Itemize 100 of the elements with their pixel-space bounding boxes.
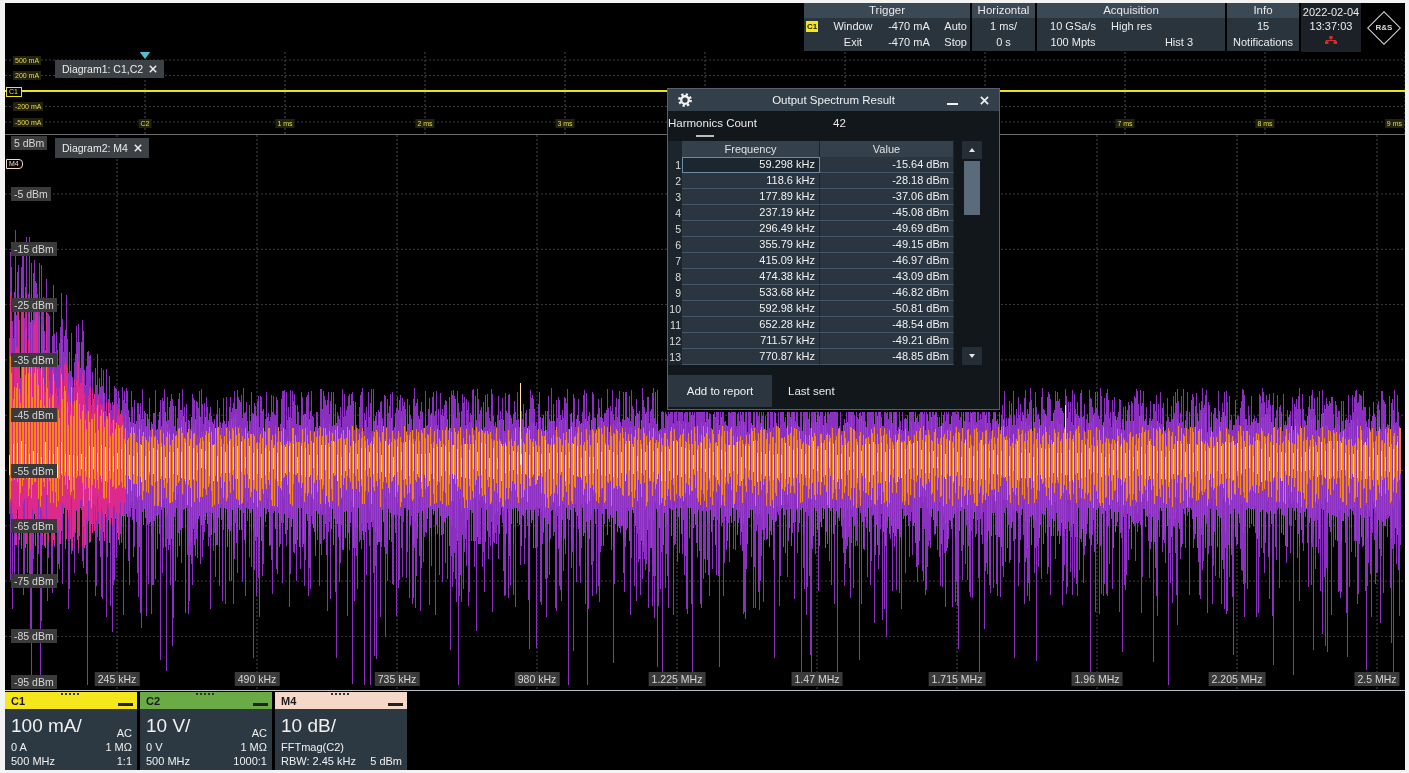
table-cell[interactable]: 177.89 kHz [682,189,820,205]
axis-label: 2.205 MHz [1208,672,1266,686]
row-number: 2 [674,174,682,189]
table-cell[interactable]: -50.81 dBm [820,301,954,317]
diagram-tab[interactable]: Diagram1: C1,C2 [55,60,165,78]
horizontal-panel[interactable]: Horizontal 1 ms/ 0 s [972,3,1035,51]
info-panel[interactable]: Info 15 Notifications [1227,3,1299,51]
notification-label: Notifications [1233,35,1293,50]
last-sent-label: Last sent [788,384,835,399]
row-number: 10 [668,302,682,317]
table-cell[interactable]: -49.15 dBm [820,237,954,253]
harmonics-label: Harmonics Count [668,117,758,129]
table-cell[interactable]: 711.57 kHz [682,333,820,349]
table-cell[interactable]: -46.97 dBm [820,253,954,269]
rbw-text: RBW: 2.45 kHz [281,754,357,768]
axis-label: -5 dBm [11,187,51,201]
table-cell[interactable]: -49.69 dBm [820,221,954,237]
scroll-down-button[interactable] [962,347,982,365]
trigger-state: Auto [943,19,968,34]
table-cell[interactable]: 592.98 kHz [682,301,820,317]
axis-label: -45 dBm [11,408,57,423]
table-cell[interactable]: -45.08 dBm [820,205,954,221]
table-cell[interactable]: -46.82 dBm [820,285,954,301]
axis-label: 1.715 MHz [928,672,986,686]
close-icon[interactable] [133,144,142,152]
table-cell[interactable]: 474.38 kHz [682,269,820,285]
tab-indicator [696,135,714,137]
table-cell[interactable]: -28.18 dBm [820,173,954,189]
history-count: Hist 3 [1163,35,1194,50]
notification-count: 15 [1256,19,1270,34]
axis-label: 1.96 MHz [1071,672,1123,686]
row-number: 8 [674,270,682,285]
row-number: 1 [674,158,682,173]
table-cell[interactable]: 355.79 kHz [682,237,820,253]
axis-label: -15 dBm [11,242,57,257]
trigger-mode: Window [832,19,874,34]
table-cell[interactable]: 415.09 kHz [682,253,820,269]
table-cell[interactable]: -48.85 dBm [820,349,954,365]
row-number: 3 [674,190,682,205]
axis-label: -95 dBm [11,675,57,689]
trigger-panel[interactable]: Trigger C1 Window -470 mA Auto Exit -470 mA Stop [804,3,970,51]
sample-rate: 10 GSa/s [1049,19,1097,34]
column-header[interactable]: Frequency [682,141,820,157]
row-number: 13 [668,350,682,365]
scroll-up-button[interactable] [962,141,982,159]
probe-ratio: 1:1 [115,754,132,768]
axis-label: 245 kHz [94,672,140,686]
channel-name: C1 [10,694,26,707]
harmonics-value: 42 [833,117,846,129]
channel-header[interactable]: C2 [140,692,272,709]
panel-header: Info [1227,3,1299,18]
trigger-mode: Exit [842,35,864,50]
row-number: 11 [669,318,682,333]
table-cell[interactable]: 533.68 kHz [682,285,820,301]
time-position: 0 s [996,35,1011,50]
diagram-tab[interactable]: Diagram2: M4 [55,138,149,158]
network-icon[interactable] [1325,36,1337,44]
settings-icon[interactable] [678,93,692,107]
table-cell[interactable]: -43.09 dBm [820,269,954,285]
axis-label: 980 kHz [514,672,560,686]
axis-label: 5 dBm [11,136,48,150]
panel-header: Horizontal [972,3,1035,18]
channel-header[interactable]: M4 [275,692,407,709]
table-cell[interactable]: 237.19 kHz [682,205,820,221]
table-cell[interactable]: -49.21 dBm [820,333,954,349]
table-cell[interactable]: 59.298 kHz [682,157,820,173]
table-cell[interactable]: 296.49 kHz [682,221,820,237]
close-icon[interactable] [149,65,158,73]
row-number: 7 [674,254,682,269]
axis-label: 490 kHz [234,672,280,686]
close-icon[interactable] [980,95,989,105]
bandwidth-text: 500 MHz [146,754,192,768]
panel-header: Acquisition [1037,3,1225,18]
axis-label: 1.225 MHz [648,672,706,686]
vertical-scale: 100 mA/ [11,714,83,738]
table-cell[interactable]: -48.54 dBm [820,317,954,333]
caret-down-icon [969,354,975,358]
date-text: 2022-02-04 [1302,5,1360,19]
column-header[interactable]: Value [820,141,954,157]
axis-label: 1.47 MHz [791,672,843,686]
bandwidth-text: 500 MHz [11,754,57,768]
table-cell[interactable]: 118.6 kHz [682,173,820,189]
scrollbar-thumb[interactable] [964,161,980,215]
table-cell[interactable]: 770.87 kHz [682,349,820,365]
acquisition-panel[interactable]: Acquisition 10 GSa/s High res 100 Mpts Hist 3 [1037,3,1225,51]
table-cell[interactable]: 652.28 kHz [682,317,820,333]
channel-name: C2 [145,694,161,707]
table-cell[interactable]: -37.06 dBm [820,189,954,205]
offset-text: 0 V [146,740,164,754]
panel-header: Trigger [804,3,970,18]
table-cell[interactable]: -15.64 dBm [820,157,954,173]
vertical-scale: 10 dB/ [281,714,337,738]
dialog-title: Output Spectrum Result [771,94,896,106]
row-number: 12 [668,334,682,349]
record-length: 100 Mpts [1049,35,1097,50]
axis-label: 2.5 MHz [1354,672,1400,686]
axis-label: -85 dBm [11,629,57,644]
channel-header[interactable]: C1 [5,692,137,709]
add-to-report-button[interactable]: Add to report [668,375,772,407]
row-number: 6 [674,238,682,253]
